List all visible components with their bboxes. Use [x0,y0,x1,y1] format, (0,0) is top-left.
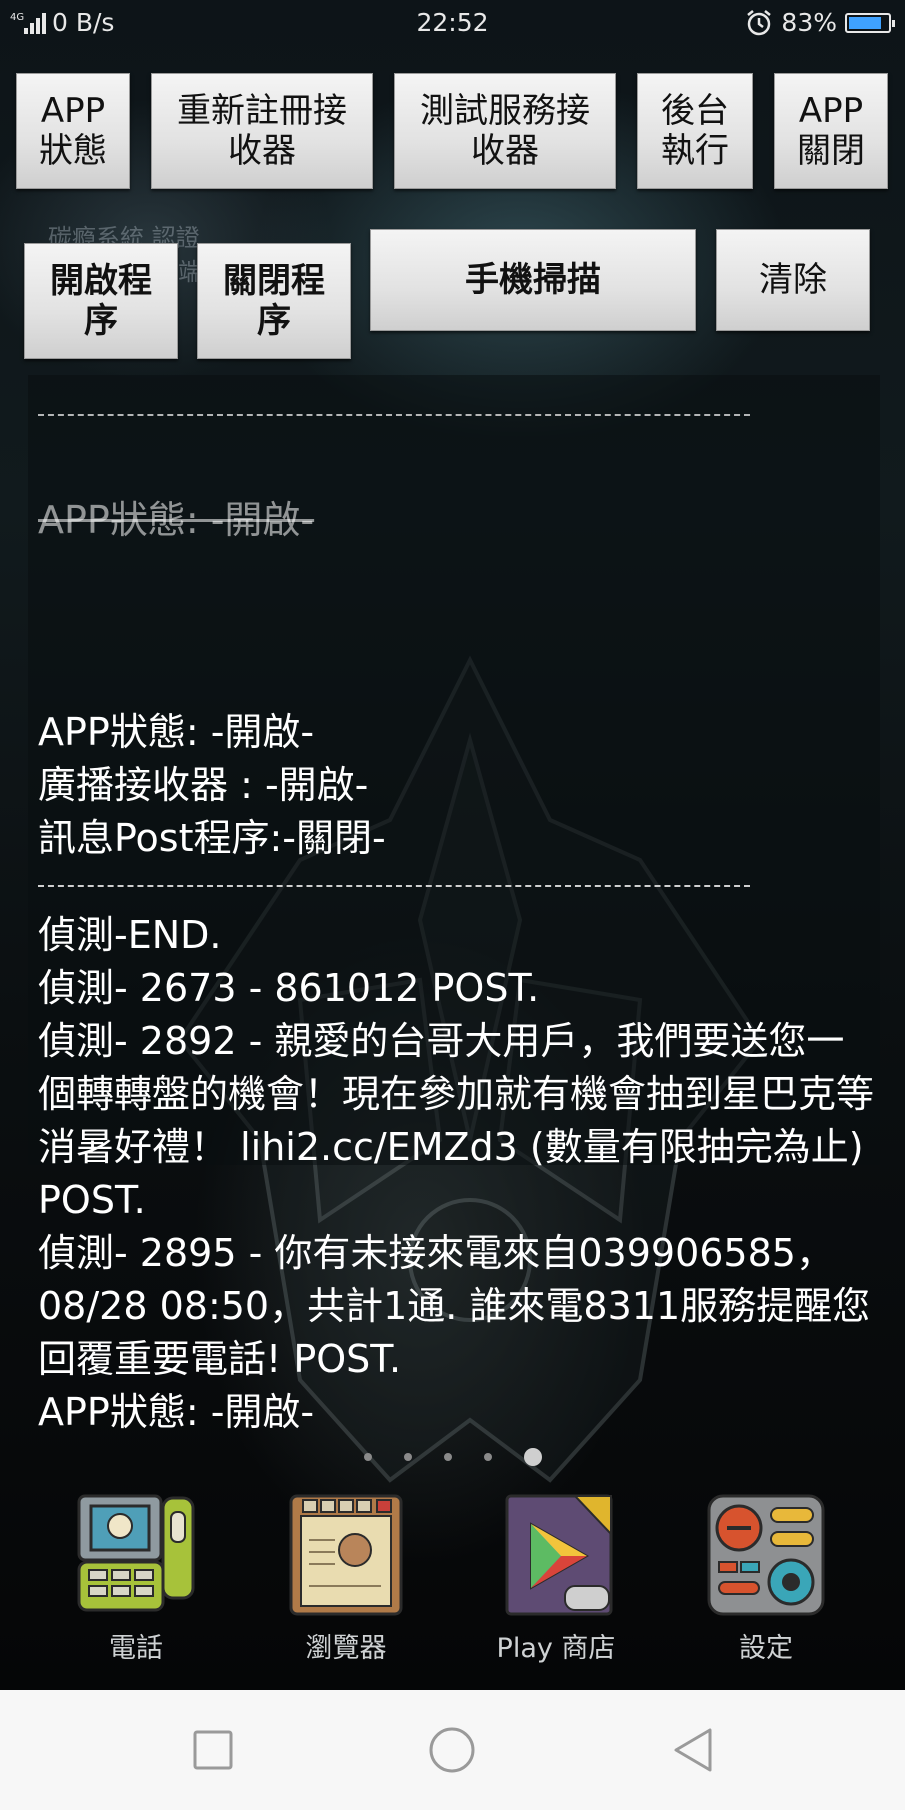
log-entry: APP狀態: -開啟- [38,1390,315,1434]
close-program-button[interactable]: 關閉程 序 [197,243,351,359]
settings-icon [707,1494,825,1616]
log-status-line: 廣播接收器 : -開啟- [38,763,369,807]
clear-button[interactable]: 清除 [716,229,870,331]
page-dot [443,1453,452,1461]
alarm-icon [747,9,772,35]
dock-app-label: 電話 [109,1633,163,1664]
log-entry: 偵測- 2895 - 你有未接來電來自039906585，08/28 08:50… [38,1231,871,1381]
log-divider [38,414,750,416]
play-store-icon [505,1494,613,1616]
reregister-receiver-button[interactable]: 重新註冊接 收器 [151,73,373,189]
recents-button[interactable] [183,1720,243,1780]
log-status-line: APP狀態: -開啟- [38,710,315,754]
test-service-receiver-button[interactable]: 測試服務接 收器 [394,73,616,189]
dock-app-phone[interactable]: 電話 [56,1490,216,1665]
page-indicator [0,1448,905,1466]
phone-scan-button[interactable]: 手機掃描 [370,229,696,331]
dock-app-label: 設定 [739,1633,793,1664]
app-close-button[interactable]: APP 關閉 [774,73,888,189]
open-program-button[interactable]: 開啟程 序 [24,243,178,359]
page-dot-active [523,1448,542,1466]
dock: 電話 瀏覽器 Play 商店 設定 [0,1490,905,1670]
page-dot [403,1453,412,1461]
log-entry: 偵測-END. [38,913,222,957]
navigation-bar [0,1690,905,1810]
dock-app-settings[interactable]: 設定 [686,1490,846,1665]
log-faded-line: APP狀態: -開啟- [38,498,315,542]
log-entry: 偵測- 2892 - 親愛的台哥大用戶，我們要送您一個轉轉盤的機會！現在參加就有… [38,1019,876,1222]
app-status-button[interactable]: APP 狀態 [16,73,130,189]
dock-app-play-store[interactable]: Play 商店 [476,1490,636,1665]
phone-icon [77,1494,195,1612]
log-status-line: 訊息Post程序:-關閉- [38,816,386,860]
background-run-button[interactable]: 後台 執行 [637,73,753,189]
dock-app-label: 瀏覽器 [305,1633,387,1664]
battery-percent: 83% [781,8,837,37]
log-entry: 偵測- 2673 - 861012 POST. [38,966,540,1010]
log-divider [38,885,750,887]
browser-icon [289,1494,403,1616]
battery-icon [845,12,895,33]
status-bar: 4G 0 B/s 22:52 83% [0,0,905,46]
page-dot [483,1453,492,1461]
page-dot [363,1453,372,1461]
dock-app-browser[interactable]: 瀏覽器 [266,1490,426,1665]
dock-app-label: Play 商店 [496,1633,616,1664]
home-button[interactable] [422,1720,482,1780]
log-output: APP狀態: -開啟- APP狀態: -開啟- 廣播接收器 : -開啟- 訊息P… [38,388,878,1439]
back-button[interactable] [664,1720,724,1780]
